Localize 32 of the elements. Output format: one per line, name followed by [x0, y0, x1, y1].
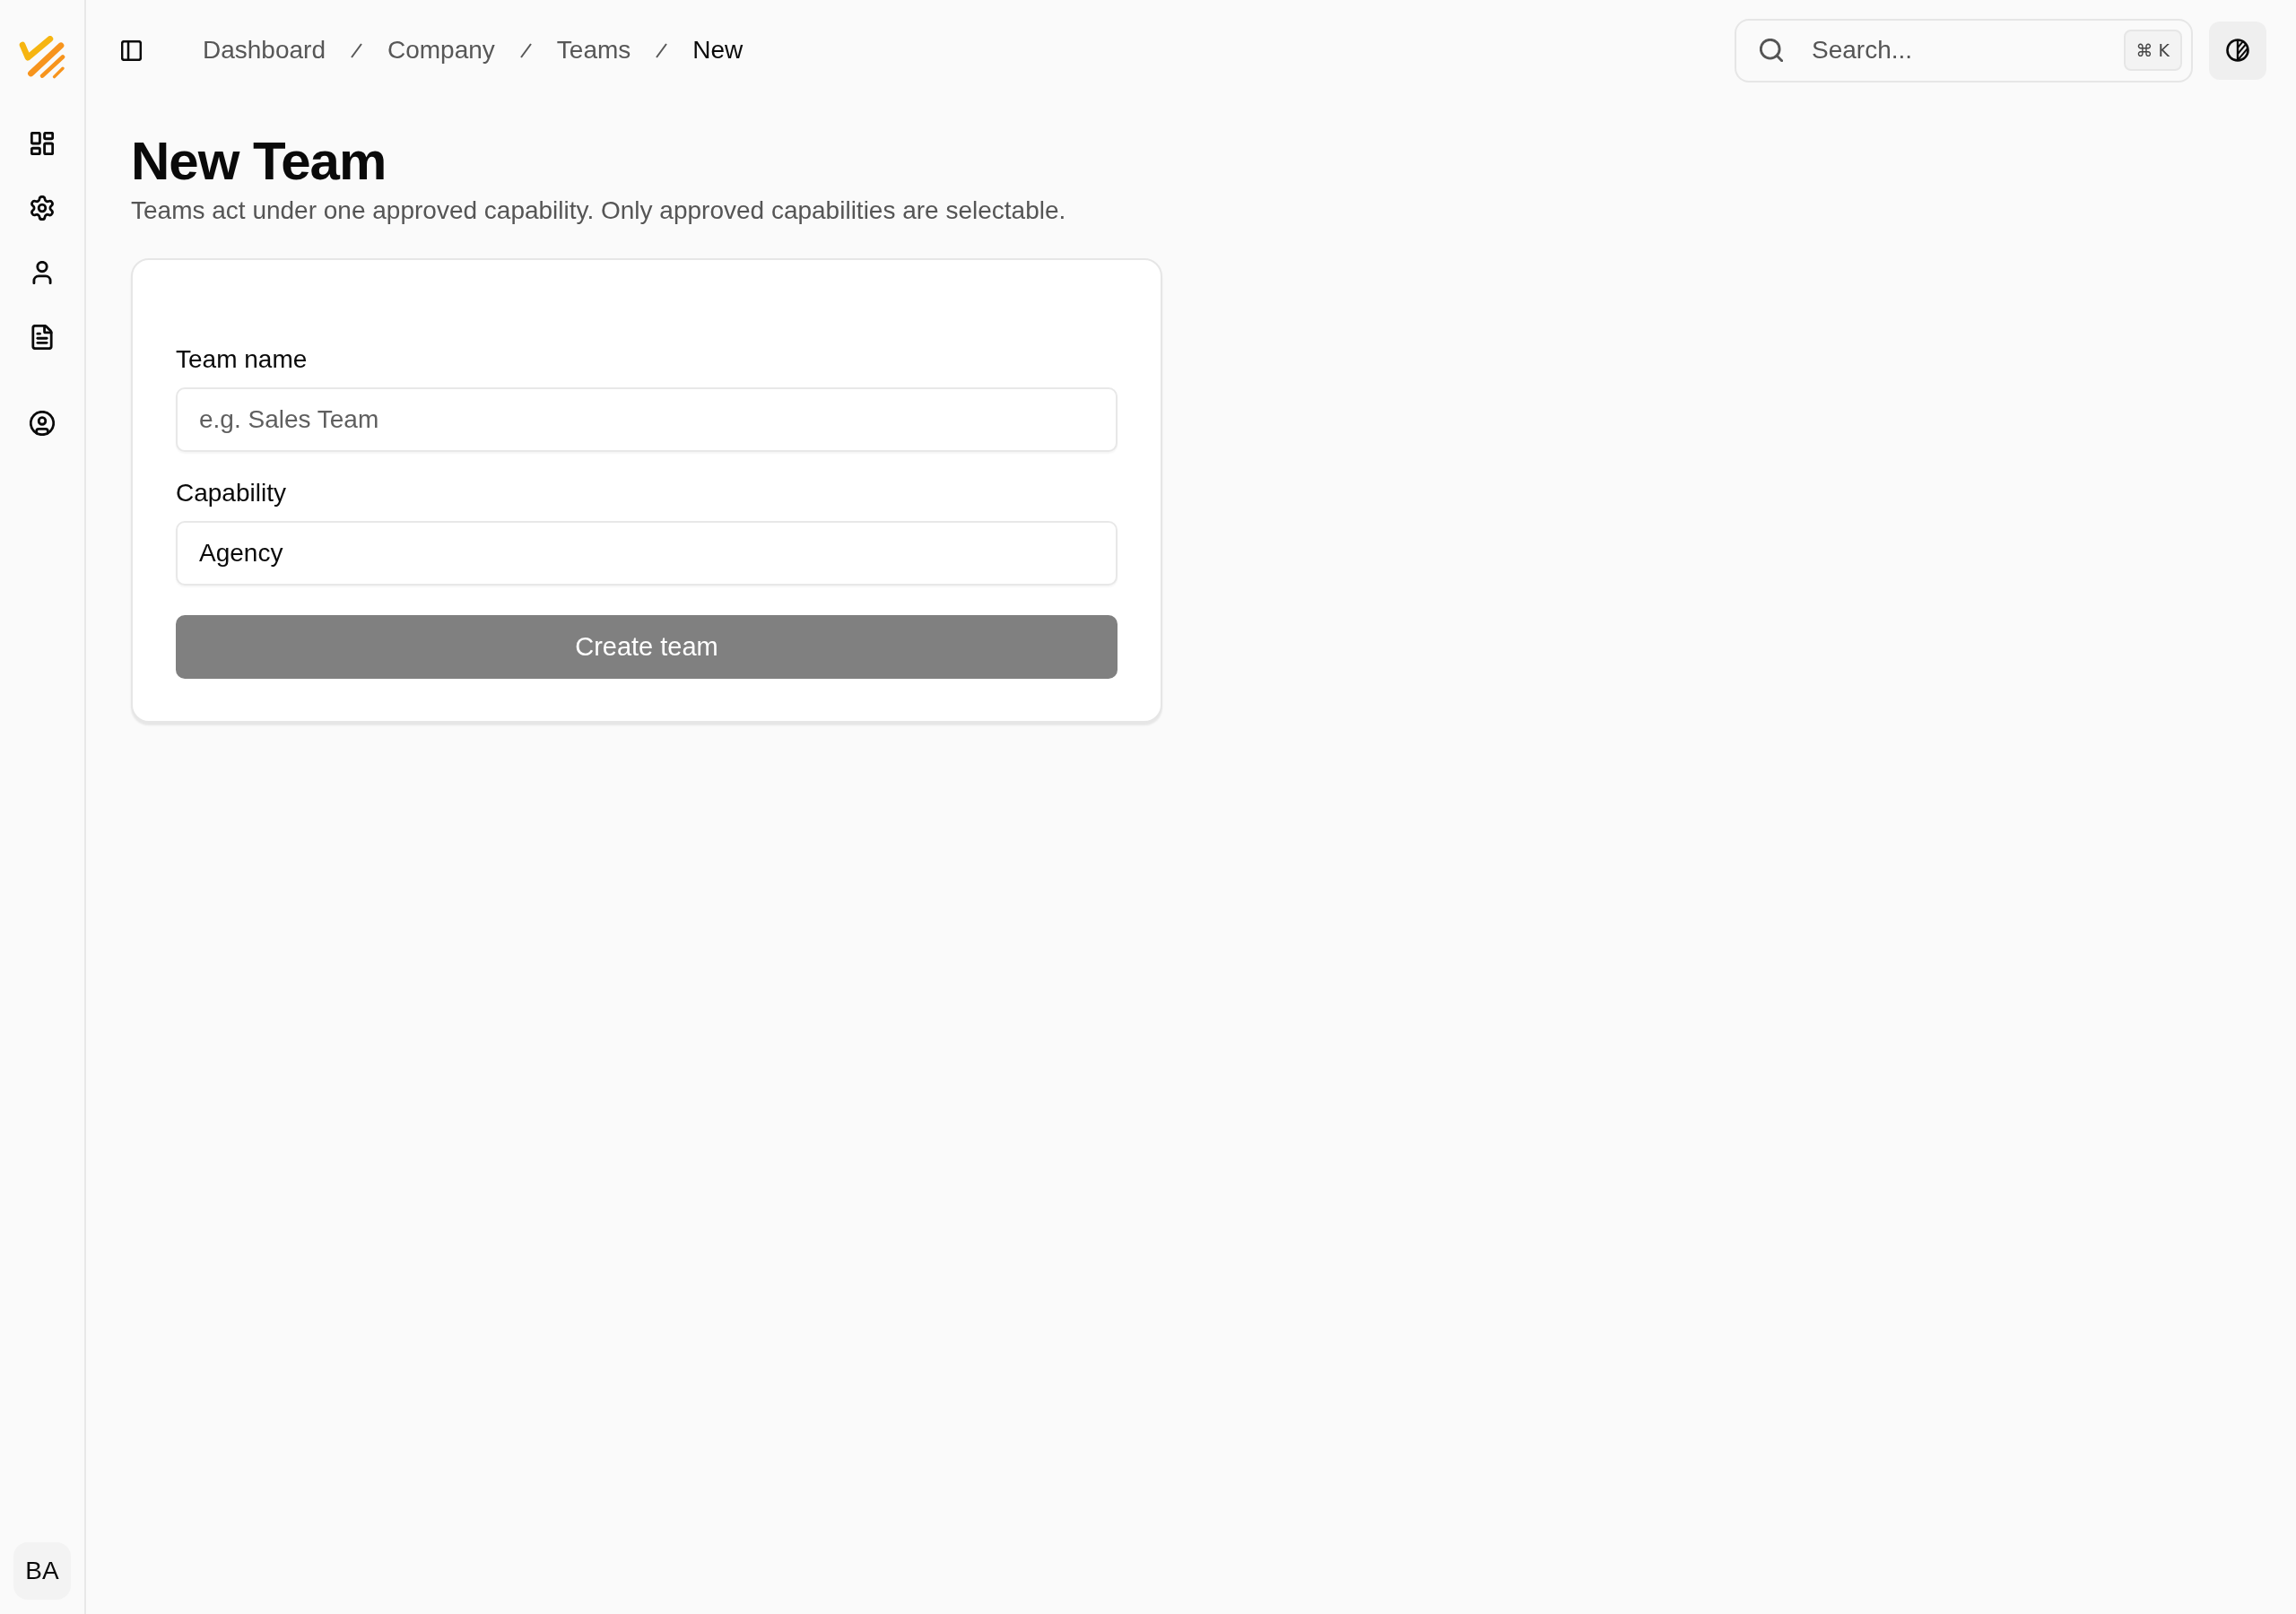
search-field[interactable]: Search... ⌘ K: [1735, 18, 2193, 82]
field-label: Team name: [176, 344, 308, 375]
dashboard-nav-link[interactable]: [30, 132, 54, 155]
document-icon: [30, 325, 55, 350]
user-icon: [30, 261, 54, 284]
sidebar-icon: [121, 39, 142, 61]
page-title: New Team: [131, 132, 387, 191]
contrast-icon: [2226, 39, 2249, 62]
search-icon: [1760, 39, 1783, 62]
layout-grid-icon: [30, 132, 54, 155]
breadcrumb-current-page: New: [692, 36, 744, 65]
logo: [19, 36, 65, 79]
breadcrumb-separator-icon: [351, 42, 362, 58]
sidebar-toggle-button[interactable]: [121, 39, 142, 61]
breadcrumb-separator-icon: [519, 42, 532, 58]
user-nav-link[interactable]: [30, 261, 54, 284]
breadcrumb-link[interactable]: Company: [387, 36, 495, 65]
search-input[interactable]: Search...: [1812, 36, 2095, 65]
breadcrumb-link[interactable]: Dashboard: [203, 36, 326, 65]
keyboard-shortcut: ⌘ K: [2123, 30, 2182, 71]
document-nav-link[interactable]: [30, 325, 55, 350]
text-input[interactable]: e.g. Sales Team: [176, 387, 1118, 452]
breadcrumb-separator-icon: [656, 42, 668, 58]
breadcrumb-link[interactable]: Teams: [556, 36, 631, 65]
theme-toggle-button[interactable]: [2209, 21, 2266, 80]
settings-nav-link[interactable]: [30, 195, 55, 221]
user-avatar[interactable]: BA: [13, 1542, 71, 1600]
field-label: Capability: [176, 478, 286, 508]
account-nav-link[interactable]: [30, 411, 55, 436]
value-field[interactable]: Agency: [176, 521, 1118, 586]
settings-icon: [30, 195, 55, 221]
page-description: Teams act under one approved capability. Only approved capabilities are selectable.: [131, 195, 1066, 226]
